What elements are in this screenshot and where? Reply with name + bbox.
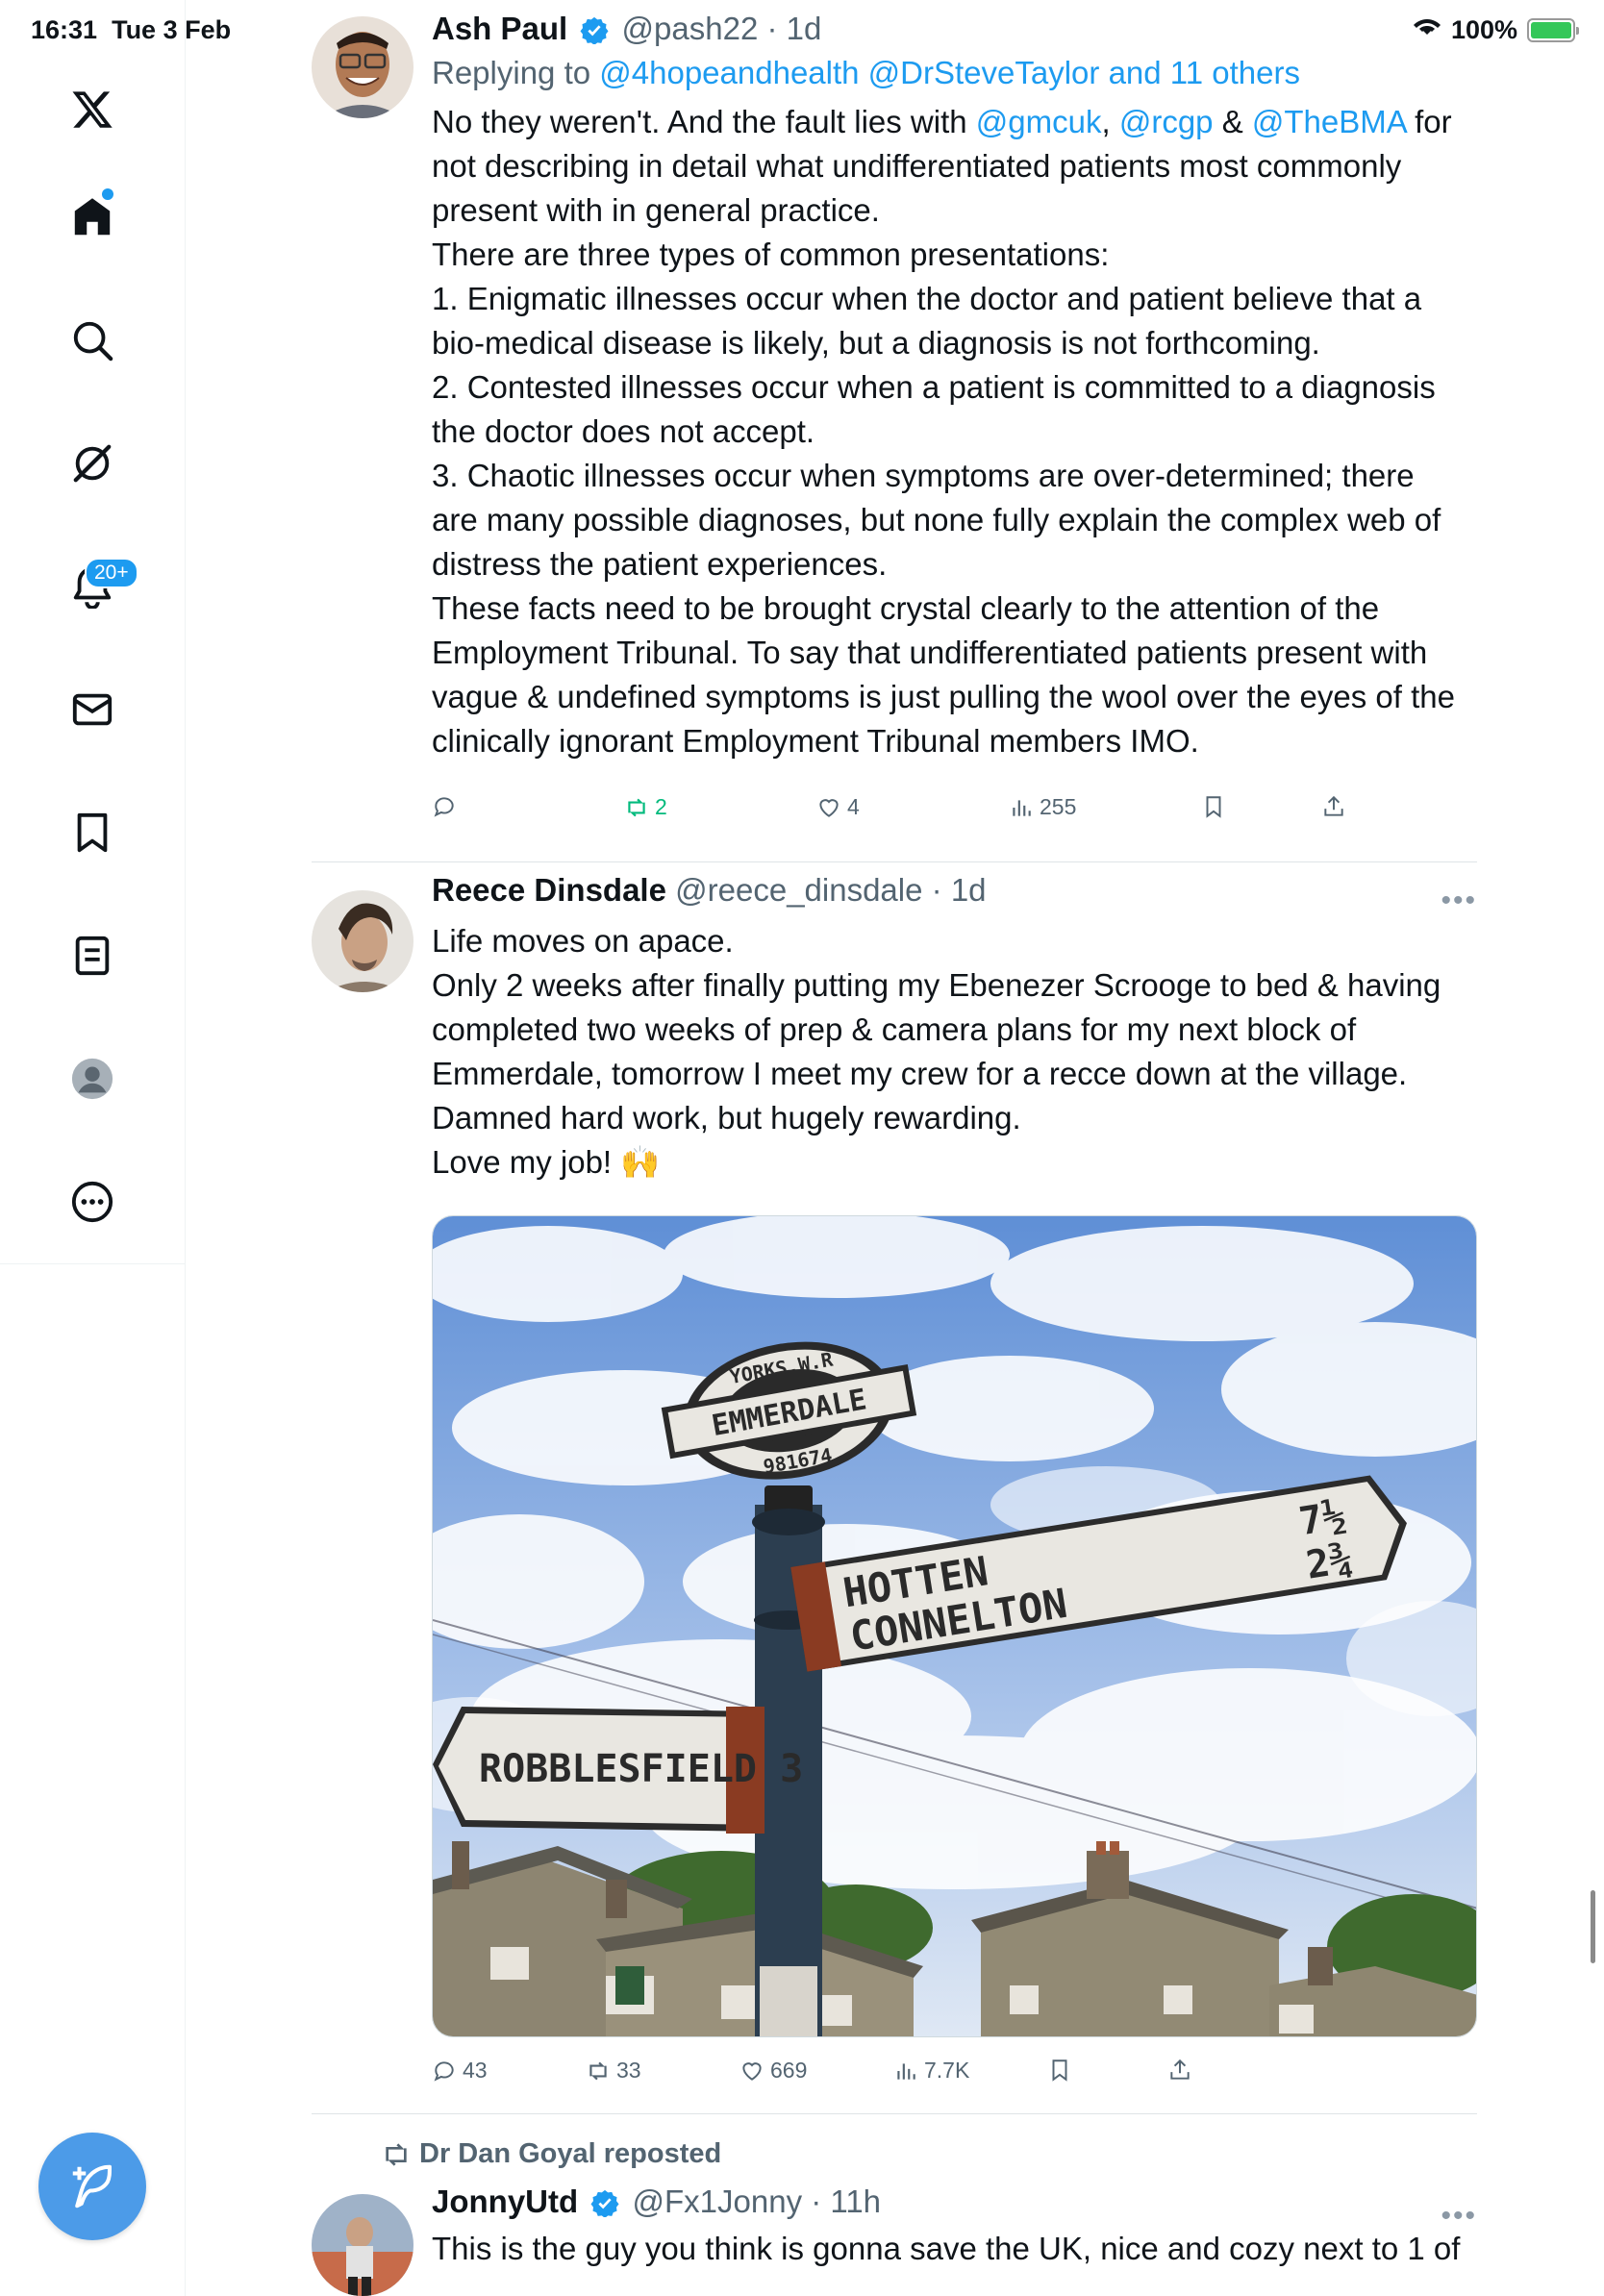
author-name[interactable]: JonnyUtd <box>432 2184 578 2219</box>
bookmark-icon <box>1052 2059 1067 2082</box>
compose-feather-icon <box>72 2164 113 2209</box>
tweet-header: Ash Paul @pash22 · 1d <box>432 10 1477 48</box>
retweet-icon <box>386 2142 407 2166</box>
like-count: 669 <box>770 2058 808 2083</box>
heart-icon <box>742 2061 762 2081</box>
like-button[interactable]: 4 <box>816 794 860 820</box>
avatar[interactable] <box>312 2194 414 2296</box>
reply-button[interactable] <box>432 794 463 819</box>
tweet-header: Reece Dinsdale @reece_dinsdale · 1d <box>432 871 1477 910</box>
x-logo-icon[interactable] <box>63 81 121 138</box>
tweet-time[interactable]: 1d <box>787 11 822 46</box>
reply-button[interactable]: 43 <box>432 2058 488 2084</box>
sidebar: 20+ <box>0 0 186 2296</box>
tweet-text-part: for not describing in detail what undiff… <box>432 104 1455 759</box>
tweet-text-part: No they weren't. And the fault lies with <box>432 104 976 139</box>
bookmark-button[interactable] <box>1201 794 1226 819</box>
list-icon[interactable] <box>63 927 121 985</box>
bookmark-icon <box>1206 796 1221 818</box>
home-unread-dot <box>102 188 113 200</box>
tweet-content: Ash Paul @pash22 · 1d Replying to @4hope… <box>432 10 1477 763</box>
verified-badge-icon <box>590 2189 619 2217</box>
repost-indicator: Dr Dan Goyal reposted <box>381 2138 721 2170</box>
replying-prefix: Replying to <box>432 55 600 90</box>
grok-icon[interactable] <box>63 435 121 492</box>
retweet-button[interactable]: 33 <box>586 2058 641 2084</box>
share-button[interactable] <box>1167 2058 1192 2083</box>
avatar[interactable] <box>312 16 414 118</box>
reply-icon <box>434 2060 454 2082</box>
replying-to-link[interactable]: @4hopeandhealth @DrSteveTaylor and 11 ot… <box>599 55 1300 90</box>
tweet-time[interactable]: 11h <box>830 2184 881 2219</box>
tweet-text-part: , <box>1101 104 1119 139</box>
dot-separator: · <box>802 2184 831 2219</box>
share-icon <box>1324 795 1343 816</box>
tweet-separator <box>312 2113 1477 2114</box>
sign-connelton-distance: 2¾ <box>1303 1537 1356 1588</box>
scroll-indicator[interactable] <box>1591 1890 1595 1963</box>
sidebar-divider <box>0 1263 186 1264</box>
tweet-image[interactable]: EMMERDALE YORKS.W.R 981674 HOTTEN CONNEL… <box>432 1215 1477 2037</box>
tweet-content: Reece Dinsdale @reece_dinsdale · 1d Life… <box>432 871 1477 1185</box>
tweet-text: This is the guy you think is gonna save … <box>432 2231 1461 2266</box>
share-button[interactable] <box>1321 794 1346 819</box>
search-icon[interactable] <box>63 312 121 369</box>
views-button[interactable]: 255 <box>1009 794 1076 820</box>
tweet-content: JonnyUtd @Fx1Jonny · 11h This is the guy… <box>432 2183 1477 2271</box>
author-handle[interactable]: @reece_dinsdale <box>675 872 922 908</box>
reply-icon <box>434 797 454 817</box>
author-handle[interactable]: @pash22 <box>622 11 759 46</box>
mention-link[interactable]: @rcgp <box>1119 104 1214 139</box>
heart-icon <box>819 798 839 817</box>
views-chart-icon <box>897 2062 915 2080</box>
tweet-text: No they weren't. And the fault lies with… <box>432 100 1461 763</box>
view-count: 7.7K <box>924 2058 970 2083</box>
sign-robblesfield-text: ROBBLESFIELD 3 <box>479 1747 803 1791</box>
tweet-text: Life moves on apace. Only 2 weeks after … <box>432 923 1441 1180</box>
tweet-text-part: & <box>1213 104 1252 139</box>
sign-hotten-distance: 7½ <box>1296 1493 1349 1544</box>
compose-button[interactable] <box>38 2133 146 2240</box>
tweet-separator <box>312 861 1477 862</box>
bookmark-button[interactable] <box>1047 2058 1072 2083</box>
author-name[interactable]: Ash Paul <box>432 11 567 46</box>
dot-separator: · <box>922 872 951 908</box>
like-button[interactable]: 669 <box>739 2058 807 2084</box>
tweet-header: JonnyUtd @Fx1Jonny · 11h <box>432 2183 1477 2221</box>
replying-to: Replying to @4hopeandhealth @DrSteveTayl… <box>432 54 1477 92</box>
verified-badge-icon <box>580 16 609 44</box>
avatar[interactable] <box>312 890 414 992</box>
reply-count: 43 <box>463 2058 488 2083</box>
tweet-actions: 43 33 669 7.7K <box>432 2058 1393 2096</box>
view-count: 255 <box>1040 794 1077 819</box>
views-chart-icon <box>1013 799 1031 816</box>
bookmark-icon[interactable] <box>63 804 121 861</box>
battery-charging-icon <box>1527 18 1579 42</box>
retweet-button[interactable]: 2 <box>624 794 667 820</box>
author-name[interactable]: Reece Dinsdale <box>432 872 666 908</box>
like-count: 4 <box>847 794 860 819</box>
retweet-count: 2 <box>655 794 667 819</box>
notifications-badge: 20+ <box>85 558 138 588</box>
retweet-icon <box>628 798 645 816</box>
emmerdale-signpost-photo: EMMERDALE YORKS.W.R 981674 HOTTEN CONNEL… <box>433 1216 1476 2036</box>
share-icon <box>1170 2059 1190 2080</box>
tweet-time[interactable]: 1d <box>951 872 987 908</box>
more-circle-icon[interactable] <box>63 1173 121 1231</box>
dot-separator: · <box>758 11 787 46</box>
more-options-icon[interactable]: ••• <box>1441 2200 1477 2233</box>
tweet-actions: 2 4 255 <box>432 794 1393 833</box>
retweet-icon <box>589 2061 607 2080</box>
mention-link[interactable]: @gmcuk <box>976 104 1102 139</box>
author-handle[interactable]: @Fx1Jonny <box>633 2184 803 2219</box>
retweet-count: 33 <box>616 2058 641 2083</box>
mention-link[interactable]: @TheBMA <box>1252 104 1406 139</box>
more-options-icon[interactable]: ••• <box>1441 885 1477 917</box>
envelope-icon[interactable] <box>63 681 121 738</box>
repost-by-text[interactable]: Dr Dan Goyal reposted <box>419 2138 721 2170</box>
profile-icon[interactable] <box>63 1050 121 1108</box>
views-button[interactable]: 7.7K <box>893 2058 969 2084</box>
